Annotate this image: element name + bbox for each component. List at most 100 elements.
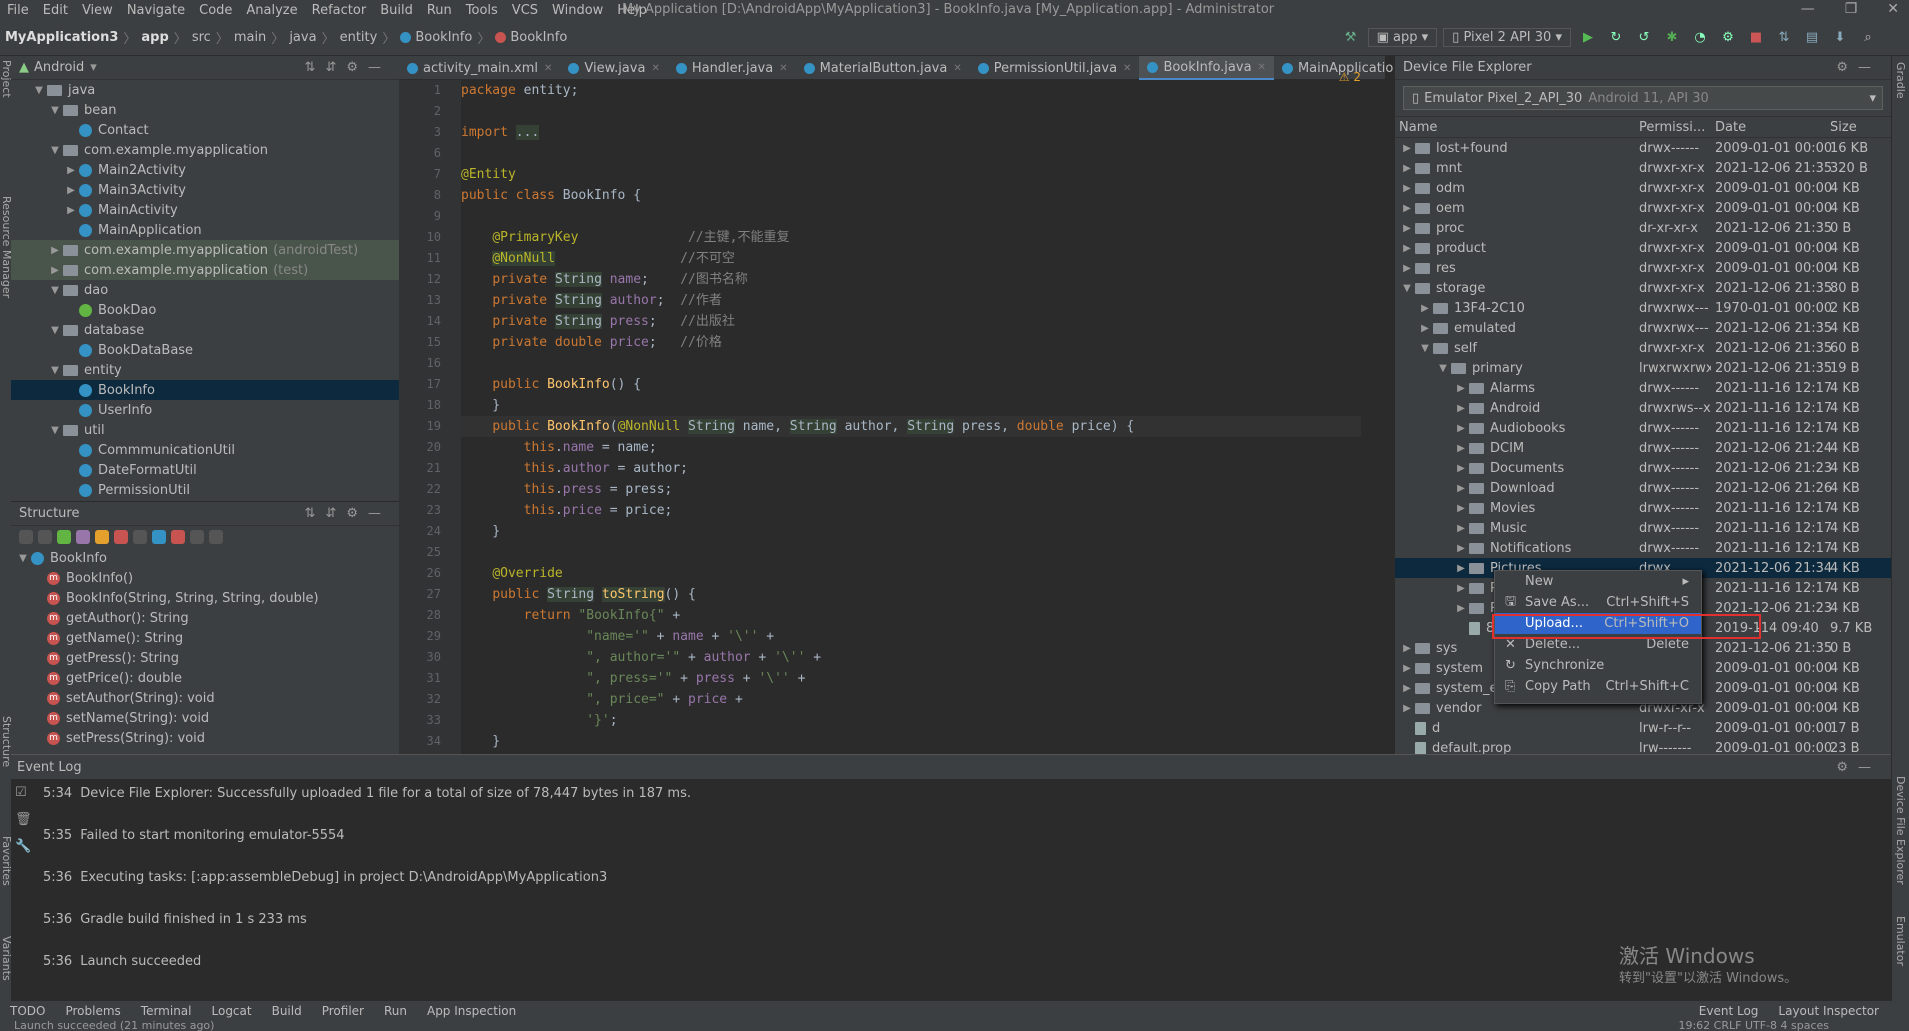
tree-item[interactable]: ▼ entity bbox=[11, 360, 399, 380]
show-properties-icon[interactable] bbox=[76, 530, 90, 544]
show-inherited-icon[interactable] bbox=[57, 530, 71, 544]
column-header[interactable]: Date bbox=[1711, 120, 1826, 135]
lambda-icon[interactable] bbox=[171, 530, 185, 544]
file-row[interactable]: ▼ storage drwxr-xr-x 2021-12-06 21:35 80 B bbox=[1395, 278, 1891, 298]
chevron-down-icon[interactable]: ▼ bbox=[47, 145, 63, 156]
chevron-down-icon[interactable]: ▼ bbox=[47, 105, 63, 116]
code-line[interactable]: "name='" + name + '\'' + bbox=[461, 626, 1361, 647]
structure-member[interactable]: m setAuthor(String): void bbox=[11, 688, 399, 708]
tool-logcat[interactable]: Logcat bbox=[202, 1004, 262, 1018]
chevron-right-icon[interactable]: ▶ bbox=[63, 165, 79, 176]
menu-tools[interactable]: Tools bbox=[459, 3, 505, 18]
device-manager-icon[interactable]: ▤ bbox=[1801, 30, 1823, 45]
warnings-indicator[interactable]: ⚠ 2 bbox=[1339, 70, 1361, 84]
chevron-down-icon[interactable]: ▾ bbox=[90, 60, 97, 75]
chevron-right-icon[interactable]: ▶ bbox=[63, 205, 79, 216]
chevron-right-icon[interactable]: ▶ bbox=[1399, 243, 1415, 254]
code-line[interactable] bbox=[461, 101, 1361, 122]
file-row[interactable]: ▶ Android drwxrws--x 2021-11-16 12:17 4 KB bbox=[1395, 398, 1891, 418]
chevron-right-icon[interactable]: ▶ bbox=[1453, 443, 1469, 454]
tree-item[interactable]: MainApplication bbox=[11, 220, 399, 240]
tree-item[interactable]: ▼ util bbox=[11, 420, 399, 440]
editor-tab[interactable]: BookInfo.java ✕ bbox=[1139, 56, 1274, 80]
code-editor[interactable]: 1 2 3 6 7 8 9 10 11 12 13 14 15 16 17 18 19 20 21 22 23 24 25 2… bbox=[399, 70, 1385, 754]
project-view-select[interactable]: Android bbox=[34, 60, 84, 75]
tree-item[interactable]: Contact bbox=[11, 120, 399, 140]
code-line[interactable]: ", price=" + price + bbox=[461, 689, 1361, 710]
code-line[interactable]: @PrimaryKey //主键,不能重复 bbox=[461, 227, 1361, 248]
breadcrumb-item[interactable]: src bbox=[189, 30, 214, 45]
chevron-right-icon[interactable]: ▶ bbox=[1417, 323, 1433, 334]
chevron-right-icon[interactable]: ▶ bbox=[1453, 483, 1469, 494]
search-icon[interactable]: ⌕ bbox=[1857, 30, 1879, 45]
menu-run[interactable]: Run bbox=[420, 3, 459, 18]
chevron-right-icon[interactable]: ▶ bbox=[1453, 563, 1469, 574]
file-row[interactable]: ▶ emulated drwxrwx--- 2021-12-06 21:35 4 KB bbox=[1395, 318, 1891, 338]
chevron-right-icon[interactable]: ▶ bbox=[1453, 383, 1469, 394]
code-line[interactable]: public class BookInfo { bbox=[461, 185, 1361, 206]
code-area[interactable]: package entity; import ... @Entity public… bbox=[461, 80, 1361, 752]
close-icon[interactable]: ✕ bbox=[1887, 1, 1899, 17]
file-row[interactable]: ▶ Alarms drwx------ 2021-11-16 12:17 4 KB bbox=[1395, 378, 1891, 398]
code-line[interactable]: this.price = price; bbox=[461, 500, 1361, 521]
device-file-explorer-tool-label[interactable]: Device File Explorer bbox=[1894, 776, 1907, 885]
code-line[interactable]: ", author='" + author + '\'' + bbox=[461, 647, 1361, 668]
file-row[interactable]: ▶ oem drwxr-xr-x 2009-01-01 00:00 4 KB bbox=[1395, 198, 1891, 218]
chevron-right-icon[interactable]: ▶ bbox=[1399, 683, 1415, 694]
structure-member[interactable]: m getName(): String bbox=[11, 628, 399, 648]
code-line[interactable]: private String press; //出版社 bbox=[461, 311, 1361, 332]
structure-member[interactable]: m BookInfo(String, String, String, double… bbox=[11, 588, 399, 608]
chevron-right-icon[interactable]: ▶ bbox=[1453, 603, 1469, 614]
sort-alpha-icon[interactable] bbox=[38, 530, 52, 544]
tree-item[interactable]: ▼ database bbox=[11, 320, 399, 340]
tree-item[interactable]: ▼ dao bbox=[11, 280, 399, 300]
menu-code[interactable]: Code bbox=[192, 3, 239, 18]
chevron-down-icon[interactable]: ▼ bbox=[1399, 283, 1415, 294]
show-nonpublic-icon[interactable] bbox=[114, 530, 128, 544]
chevron-down-icon[interactable]: ▼ bbox=[47, 365, 63, 376]
file-row[interactable]: ▶ mnt drwxr-xr-x 2021-12-06 21:35 320 B bbox=[1395, 158, 1891, 178]
structure-member[interactable]: m getAuthor(): String bbox=[11, 608, 399, 628]
device-select[interactable]: ▯ Pixel 2 API 30 ▾ bbox=[1443, 28, 1571, 47]
chevron-right-icon[interactable]: ▶ bbox=[63, 185, 79, 196]
file-row[interactable]: ▶ odm drwxr-xr-x 2009-01-01 00:00 4 KB bbox=[1395, 178, 1891, 198]
chevron-down-icon[interactable]: ▼ bbox=[47, 425, 63, 436]
tool-problems[interactable]: Problems bbox=[55, 1004, 130, 1018]
tool-layout-inspector[interactable]: Layout Inspector bbox=[1768, 1004, 1889, 1018]
code-line[interactable]: this.name = name; bbox=[461, 437, 1361, 458]
menu-file[interactable]: File bbox=[0, 3, 36, 18]
tree-item[interactable]: CommmunicationUtil bbox=[11, 440, 399, 460]
minimize-icon[interactable]: — bbox=[1801, 1, 1815, 17]
file-row[interactable]: ▶ Movies drwx------ 2021-11-16 12:17 4 KB bbox=[1395, 498, 1891, 518]
chevron-down-icon[interactable]: ▼ bbox=[31, 85, 47, 96]
breadcrumb-item[interactable]: MyApplication3 bbox=[2, 30, 121, 45]
tree-item[interactable]: ▼ com.example.myapplication bbox=[11, 140, 399, 160]
code-line[interactable]: private String name; //图书名称 bbox=[461, 269, 1361, 290]
menu-build[interactable]: Build bbox=[373, 3, 420, 18]
chevron-right-icon[interactable]: ▶ bbox=[47, 245, 63, 256]
trash-icon[interactable]: 🗑 bbox=[15, 812, 32, 827]
editor-tab[interactable]: MaterialButton.java ✕ bbox=[796, 56, 970, 80]
menu-refactor[interactable]: Refactor bbox=[305, 3, 374, 18]
chevron-right-icon[interactable]: ▶ bbox=[1399, 163, 1415, 174]
chevron-right-icon[interactable]: ▶ bbox=[1453, 523, 1469, 534]
panel-actions[interactable]: ⇅⇵⚙— bbox=[305, 60, 391, 75]
sdk-manager-icon[interactable]: ⬇ bbox=[1829, 30, 1851, 45]
tree-item[interactable]: BookInfo bbox=[11, 380, 399, 400]
code-line[interactable]: return "BookInfo{" + bbox=[461, 605, 1361, 626]
chevron-right-icon[interactable]: ▶ bbox=[47, 265, 63, 276]
structure-root[interactable]: ▼ BookInfo bbox=[11, 548, 399, 568]
menu-analyze[interactable]: Analyze bbox=[239, 3, 304, 18]
file-row[interactable]: ▶ Download drwx------ 2021-12-06 21:26 4 KB bbox=[1395, 478, 1891, 498]
code-line[interactable]: '}'; bbox=[461, 710, 1361, 731]
code-line[interactable]: @Entity bbox=[461, 164, 1361, 185]
chevron-down-icon[interactable]: ▼ bbox=[47, 325, 63, 336]
editor-tab[interactable]: activity_main.xml ✕ bbox=[399, 56, 560, 80]
close-icon[interactable]: ✕ bbox=[651, 63, 659, 74]
editor-tab[interactable]: Handler.java ✕ bbox=[668, 56, 796, 80]
tree-item[interactable]: ▼ bean bbox=[11, 100, 399, 120]
breadcrumb-item[interactable]: main bbox=[231, 30, 269, 45]
tree-item[interactable]: ▶ com.example.myapplication (test) bbox=[11, 260, 399, 280]
structure-member[interactable]: m getPrice(): double bbox=[11, 668, 399, 688]
sync-gradle-icon[interactable]: ⇅ bbox=[1773, 30, 1795, 45]
